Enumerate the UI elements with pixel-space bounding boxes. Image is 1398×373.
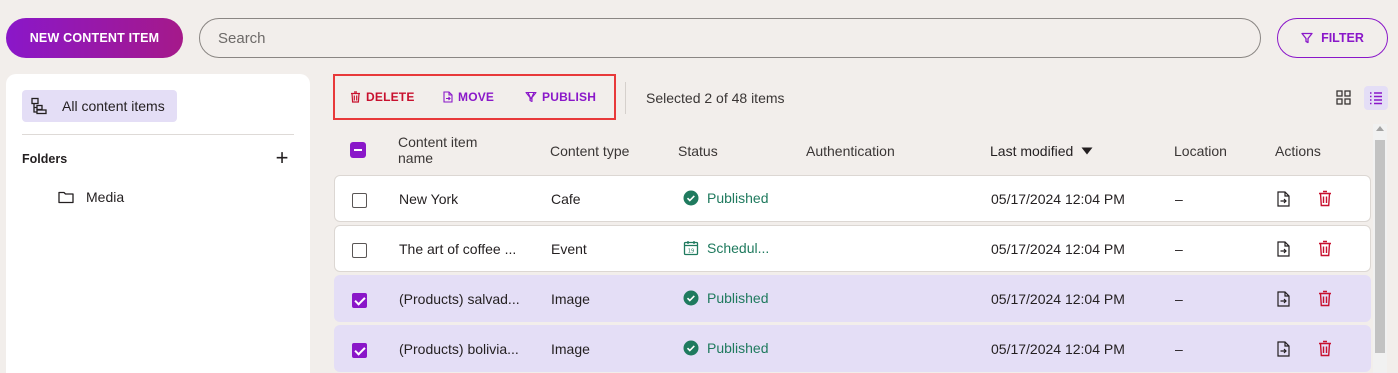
column-header-name-line2: name — [398, 150, 434, 166]
move-label: MOVE — [458, 90, 495, 104]
status-badge: 19 Schedul... — [683, 240, 769, 256]
row-checkbox[interactable] — [352, 293, 367, 308]
new-content-item-button[interactable]: NEW CONTENT ITEM — [6, 18, 183, 58]
status-label: Published — [707, 340, 769, 356]
list-icon — [1370, 92, 1382, 105]
status-label: Published — [707, 190, 769, 206]
trash-icon[interactable] — [1318, 190, 1332, 207]
status-badge: Published — [683, 290, 769, 306]
row-last-modified: 05/17/2024 12:04 PM — [991, 291, 1125, 307]
row-last-modified: 05/17/2024 12:04 PM — [991, 341, 1125, 357]
add-folder-icon[interactable]: + — [272, 147, 292, 169]
toolbar-divider — [625, 82, 626, 114]
list-view-toggle[interactable] — [1364, 86, 1388, 110]
row-checkbox[interactable] — [352, 193, 367, 208]
trash-icon[interactable] — [1318, 240, 1332, 257]
folder-item-media[interactable]: Media — [58, 189, 124, 205]
publish-icon — [525, 91, 537, 103]
column-header-status[interactable]: Status — [678, 143, 718, 159]
row-content-type: Cafe — [551, 191, 581, 207]
move-document-icon[interactable] — [1277, 291, 1290, 307]
move-document-icon[interactable] — [1277, 241, 1290, 257]
status-label: Published — [707, 290, 769, 306]
status-label: Schedul... — [707, 240, 770, 256]
select-all-checkbox[interactable] — [350, 142, 366, 158]
move-document-icon[interactable] — [1277, 191, 1290, 207]
row-content-type: Event — [551, 241, 587, 257]
scroll-up-arrow-icon[interactable] — [1376, 126, 1384, 131]
delete-button[interactable]: DELETE — [350, 90, 415, 104]
row-checkbox[interactable] — [352, 343, 367, 358]
filter-icon — [1301, 32, 1313, 44]
column-header-name[interactable]: Content item name — [398, 134, 477, 166]
publish-button[interactable]: PUBLISH — [525, 90, 596, 104]
row-name[interactable]: (Products) salvad... — [399, 291, 520, 307]
row-location: – — [1175, 241, 1183, 257]
row-location: – — [1175, 191, 1183, 207]
top-bar: NEW CONTENT ITEM FILTER — [0, 0, 1398, 74]
sidebar-item-label: All content items — [62, 98, 165, 114]
row-content-type: Image — [551, 341, 590, 357]
trash-icon[interactable] — [1318, 290, 1332, 307]
row-name[interactable]: New York — [399, 191, 458, 207]
move-document-icon — [443, 91, 453, 103]
column-header-authentication[interactable]: Authentication — [806, 143, 895, 159]
table-row[interactable]: (Products) salvad... Image Published 05/… — [334, 275, 1371, 322]
column-header-type[interactable]: Content type — [550, 143, 629, 159]
check-circle-icon — [683, 290, 699, 306]
column-header-last-modified-label: Last modified — [990, 143, 1074, 159]
check-circle-icon — [683, 190, 699, 206]
row-name[interactable]: The art of coffee ... — [399, 241, 516, 257]
table-header: Content item name Content type Status Au… — [334, 130, 1364, 170]
status-badge: Published — [683, 190, 769, 206]
table-row[interactable]: (Products) bolivia... Image Published 05… — [334, 325, 1371, 372]
column-header-name-line1: Content item — [398, 134, 478, 150]
selection-count: Selected 2 of 48 items — [646, 90, 785, 106]
folder-label: Media — [86, 189, 125, 205]
sidebar: All content items Folders + Media — [6, 74, 310, 373]
scrollbar-thumb[interactable] — [1375, 140, 1385, 353]
row-location: – — [1175, 341, 1183, 357]
folders-heading: Folders — [22, 152, 68, 166]
column-header-actions: Actions — [1275, 143, 1321, 159]
status-badge: Published — [683, 340, 769, 356]
filter-button[interactable]: FILTER — [1277, 18, 1388, 58]
table-row[interactable]: New York Cafe Published 05/17/2024 12:04… — [334, 175, 1371, 222]
divider — [22, 134, 294, 135]
delete-label: DELETE — [366, 90, 415, 104]
move-button[interactable]: MOVE — [443, 90, 494, 104]
search-input[interactable] — [199, 18, 1261, 58]
move-document-icon[interactable] — [1277, 341, 1290, 357]
check-circle-icon — [683, 340, 699, 356]
row-location: – — [1175, 291, 1183, 307]
sort-down-icon — [1081, 147, 1093, 155]
row-last-modified: 05/17/2024 12:04 PM — [991, 191, 1125, 207]
trash-icon — [351, 91, 360, 103]
calendar-icon: 19 — [683, 241, 699, 256]
column-header-last-modified[interactable]: Last modified — [990, 143, 1093, 159]
column-header-location[interactable]: Location — [1174, 143, 1227, 159]
row-name[interactable]: (Products) bolivia... — [399, 341, 519, 357]
publish-label: PUBLISH — [542, 90, 597, 104]
row-last-modified: 05/17/2024 12:04 PM — [991, 241, 1125, 257]
folder-icon — [58, 191, 74, 204]
row-content-type: Image — [551, 291, 590, 307]
sidebar-item-all-content[interactable]: All content items — [22, 90, 177, 122]
trash-icon[interactable] — [1318, 340, 1332, 357]
svg-text:19: 19 — [688, 249, 694, 255]
grid-icon — [1336, 90, 1351, 105]
content-tree-icon — [31, 97, 47, 115]
table-row[interactable]: The art of coffee ... Event 19 Schedul..… — [334, 225, 1371, 272]
filter-label: FILTER — [1321, 31, 1364, 45]
row-checkbox[interactable] — [352, 243, 367, 258]
grid-view-toggle[interactable] — [1334, 88, 1354, 108]
